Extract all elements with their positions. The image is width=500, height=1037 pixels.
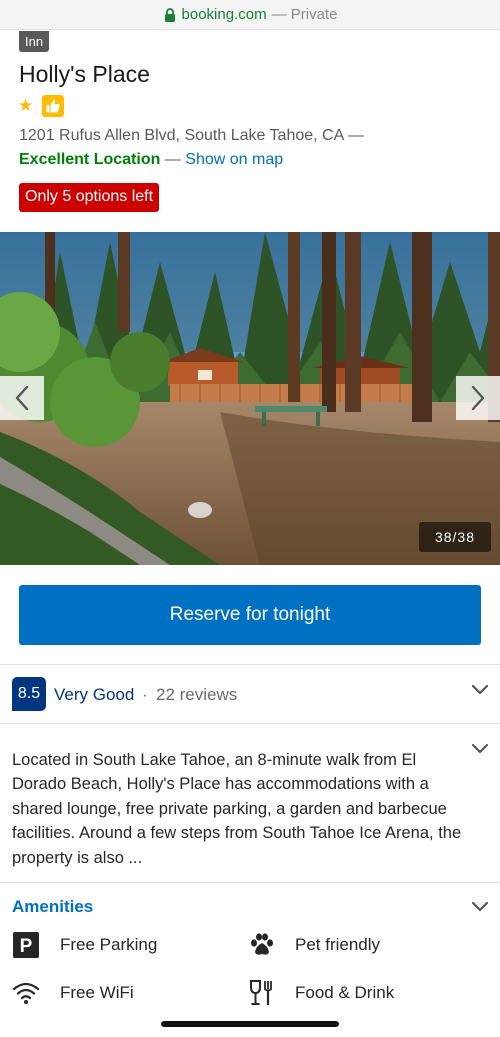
urgency-badge: Only 5 options left bbox=[19, 183, 160, 212]
review-score-word: Very Good bbox=[54, 685, 135, 704]
property-description: Located in South Lake Tahoe, an 8-minute… bbox=[12, 751, 462, 867]
food-drink-icon bbox=[248, 979, 276, 1007]
amenity-pet-friendly: Pet friendly bbox=[248, 931, 380, 959]
parking-icon: P bbox=[12, 931, 40, 959]
photo-counter: 38/38 bbox=[419, 522, 491, 552]
show-on-map-link[interactable]: Show on map bbox=[185, 151, 283, 168]
amenity-food-drink: Food & Drink bbox=[248, 979, 394, 1007]
paw-icon bbox=[248, 931, 276, 959]
previous-photo-button[interactable] bbox=[0, 376, 44, 420]
amenity-free-parking: P Free Parking bbox=[12, 931, 157, 959]
private-label: — Private bbox=[271, 6, 338, 23]
property-address: 1201 Rufus Allen Blvd, South Lake Tahoe,… bbox=[19, 127, 364, 144]
separator-dot: · bbox=[142, 685, 148, 704]
amenities-title: Amenities bbox=[12, 897, 94, 916]
star-icon: ★ bbox=[18, 96, 34, 115]
amenity-label: Food & Drink bbox=[295, 983, 395, 1002]
amenity-label: Pet friendly bbox=[295, 935, 381, 954]
thumbs-up-icon bbox=[42, 95, 64, 117]
amenity-free-wifi: Free WiFi bbox=[12, 979, 134, 1007]
review-score-badge: 8.5 bbox=[12, 677, 46, 711]
next-photo-button[interactable] bbox=[456, 376, 500, 420]
review-count: 22 reviews bbox=[156, 685, 238, 704]
home-indicator[interactable] bbox=[161, 1021, 339, 1027]
chevron-down-icon[interactable] bbox=[471, 684, 489, 696]
chevron-left-icon bbox=[15, 385, 29, 411]
chevron-down-icon[interactable] bbox=[471, 901, 489, 913]
property-type-badge: Inn bbox=[19, 31, 50, 52]
location-rating: Excellent Location bbox=[19, 151, 161, 168]
chevron-right-icon bbox=[471, 385, 485, 411]
location-line: Excellent Location — Show on map bbox=[19, 151, 283, 169]
location-separator: — bbox=[164, 151, 181, 168]
property-photo[interactable] bbox=[0, 232, 500, 565]
url-bar[interactable]: booking.com — Private bbox=[0, 0, 500, 30]
amenity-label: Free Parking bbox=[60, 935, 158, 954]
amenity-label: Free WiFi bbox=[60, 983, 134, 1002]
url-domain: booking.com bbox=[181, 6, 267, 23]
svg-text:P: P bbox=[20, 936, 33, 957]
property-name: Holly's Place bbox=[19, 61, 150, 87]
divider bbox=[0, 723, 500, 724]
reserve-button[interactable]: Reserve for tonight bbox=[19, 585, 481, 645]
divider bbox=[0, 882, 500, 883]
divider bbox=[0, 664, 500, 665]
chevron-down-icon[interactable] bbox=[471, 743, 489, 755]
wifi-icon bbox=[12, 979, 40, 1007]
lock-icon bbox=[164, 7, 175, 22]
